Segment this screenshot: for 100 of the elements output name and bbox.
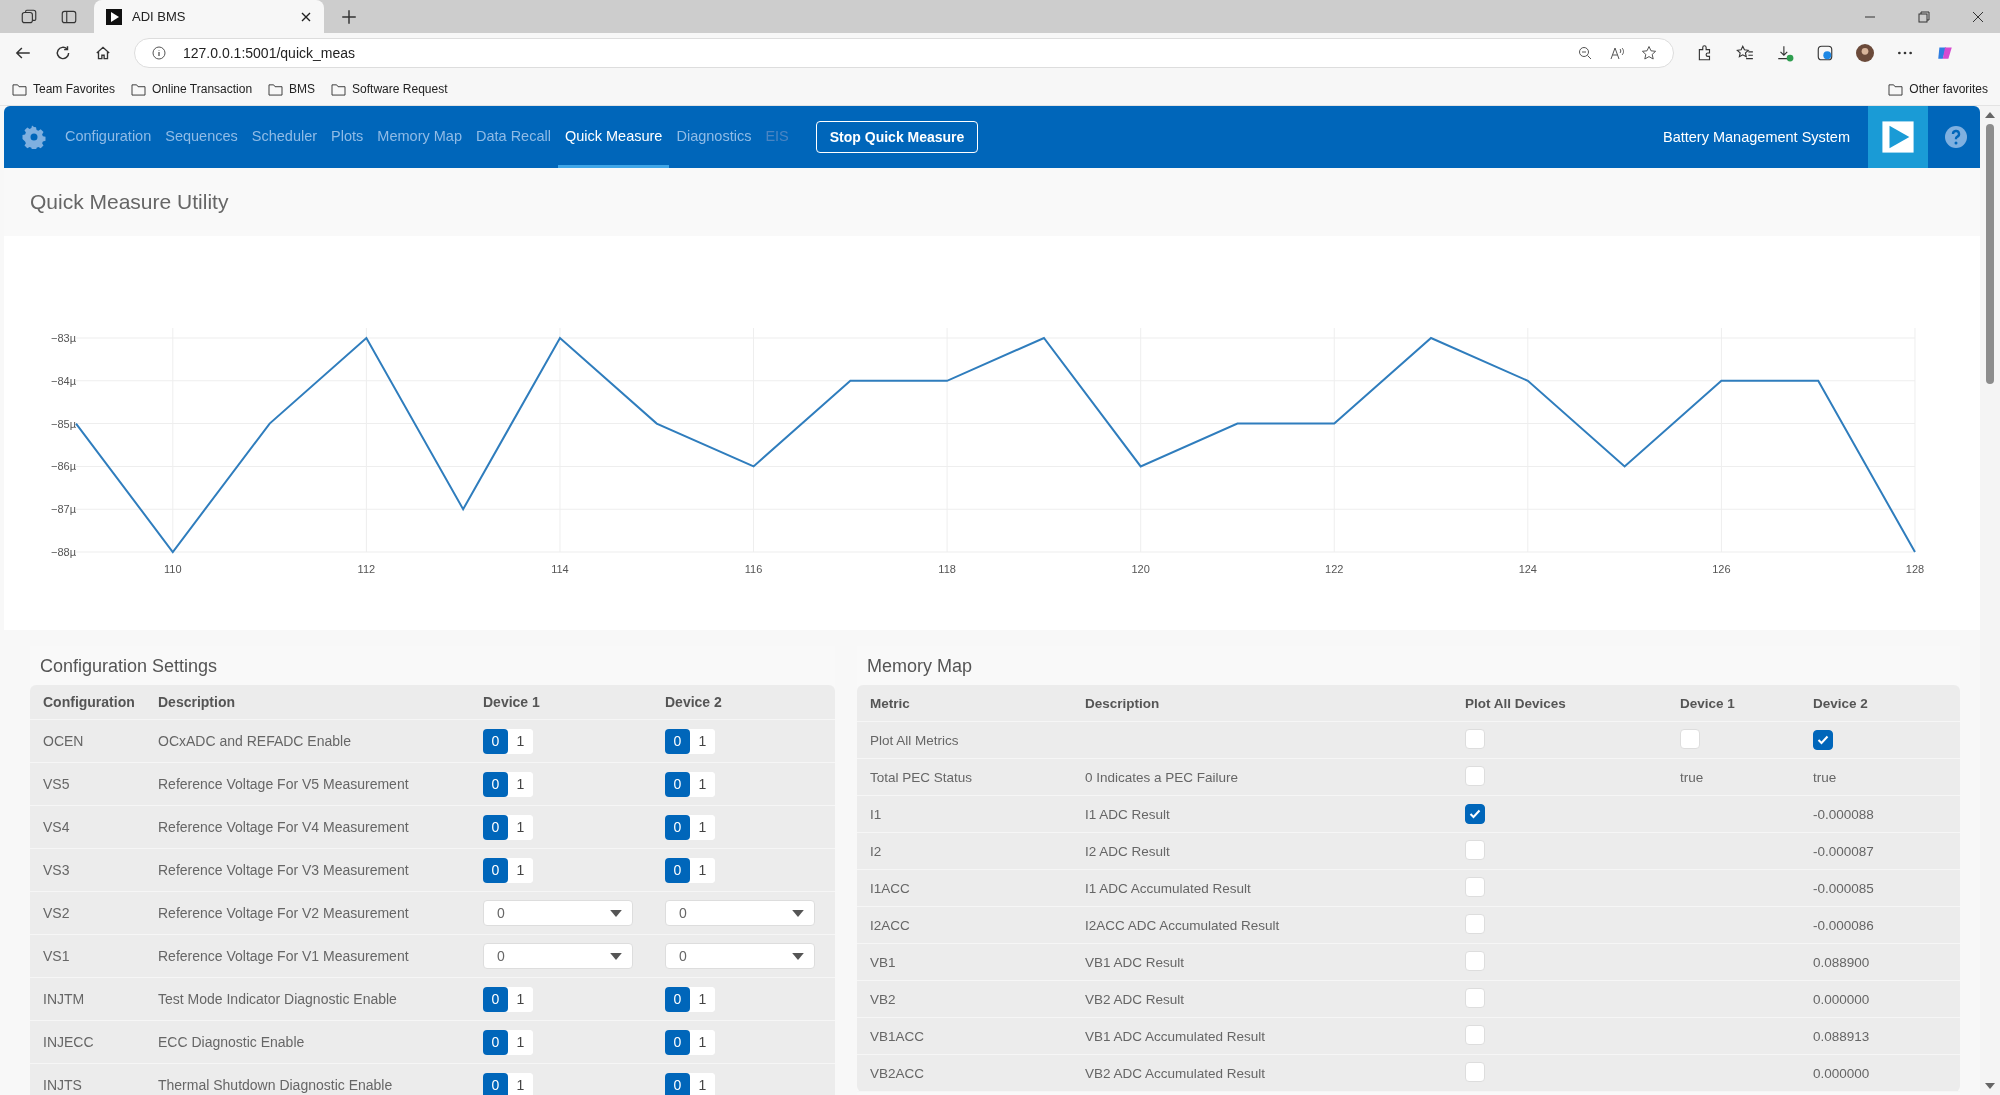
- table-cell-text: I1ACC: [870, 880, 911, 896]
- caret-icon: [792, 909, 804, 917]
- table-cell-text: VB1ACC: [870, 1028, 926, 1044]
- table-cell-text: I1 ADC Accumulated Result: [1085, 880, 1252, 896]
- home-icon[interactable]: [94, 44, 112, 62]
- x-tick-label: 126: [1712, 563, 1731, 575]
- dropdown[interactable]: 0: [665, 943, 815, 969]
- downloads-icon[interactable]: [1776, 44, 1794, 62]
- x-tick-label: 122: [1325, 563, 1344, 575]
- new-tab-icon[interactable]: [340, 7, 358, 26]
- copilot-icon[interactable]: [1936, 44, 1954, 62]
- toggle-option[interactable]: 0: [665, 1029, 690, 1055]
- stop-quick-measure-button[interactable]: Stop Quick Measure: [815, 121, 979, 153]
- star-icon[interactable]: [1641, 45, 1657, 61]
- x-tick-label: 116: [744, 563, 763, 575]
- table-cell-text: ECC Diagnostic Enable: [158, 1034, 306, 1050]
- toggle-option[interactable]: 0: [665, 728, 690, 754]
- column-header: Device 2: [665, 694, 723, 710]
- table-cell-text: VB2: [870, 991, 897, 1007]
- x-tick-label: 128: [1905, 563, 1925, 575]
- restore-icon[interactable]: [1916, 8, 1932, 25]
- table-cell: -0.000085: [1813, 880, 1874, 896]
- panel-title: Configuration Settings: [40, 656, 219, 677]
- bookmark[interactable]: Team Favorites: [12, 82, 116, 96]
- refresh-icon[interactable]: [54, 44, 72, 62]
- address-field[interactable]: 127.0.0.1:5001/quick_meas: [134, 38, 1674, 68]
- favorites-icon[interactable]: [1736, 44, 1754, 62]
- table-cell-text: VS5: [43, 776, 71, 792]
- column-header: Plot All Devices: [1465, 695, 1567, 711]
- dropdown[interactable]: 0: [665, 900, 815, 926]
- table-cell-text: INJTM: [43, 991, 86, 1007]
- table-cell: 0.088900: [1813, 954, 1870, 970]
- toggle-option[interactable]: 0: [483, 771, 508, 797]
- toggle-option[interactable]: 0: [483, 814, 508, 840]
- table-cell-text: Test Mode Indicator Diagnostic Enable: [158, 991, 398, 1007]
- column-header: Configuration: [43, 694, 136, 710]
- table-cell-text: Thermal Shutdown Diagnostic Enable: [158, 1077, 394, 1093]
- help-icon[interactable]: [1944, 125, 1968, 149]
- check-icon: [1817, 735, 1829, 745]
- scrollbar-thumb[interactable]: [1986, 124, 1994, 384]
- table-cell-text: I2 ADC Result: [1085, 843, 1171, 859]
- table-cell-text: VS1: [43, 948, 71, 964]
- table-cell-text: Reference Voltage For V1 Measurement: [158, 948, 410, 964]
- avatar-icon[interactable]: [1856, 44, 1874, 62]
- x-tick-label: 118: [938, 563, 956, 575]
- table-cell-text: VS3: [43, 862, 71, 878]
- zoom-out-icon[interactable]: [1577, 45, 1593, 61]
- toggle-option[interactable]: 0: [483, 1072, 508, 1095]
- close-icon[interactable]: [300, 10, 312, 23]
- caret-icon: [792, 952, 804, 960]
- toggle-option[interactable]: 0: [483, 728, 508, 754]
- scroll-up-icon[interactable]: [1985, 112, 1995, 118]
- folder-icon: [12, 82, 27, 96]
- browser-essentials-icon[interactable]: [1816, 44, 1834, 62]
- column-header: Device 2: [1813, 695, 1869, 711]
- info-icon[interactable]: [151, 45, 167, 61]
- y-tick-label: −84µ: [51, 374, 77, 387]
- toggle-option[interactable]: 0: [483, 857, 508, 883]
- checkbox[interactable]: [1465, 804, 1485, 824]
- play-logo[interactable]: [1868, 106, 1928, 168]
- table-cell-text: VS4: [43, 819, 71, 835]
- read-aloud-icon[interactable]: [1609, 45, 1625, 61]
- table-cell: 0.000000: [1813, 991, 1870, 1007]
- scroll-down-icon[interactable]: [1985, 1083, 1995, 1089]
- dropdown[interactable]: 0: [483, 900, 633, 926]
- workspaces-icon[interactable]: [20, 7, 38, 26]
- panel-title: Memory Map: [867, 656, 974, 677]
- column-header: Description: [158, 694, 236, 710]
- table-cell-text: VS2: [43, 905, 71, 921]
- settings-icon[interactable]: [22, 125, 46, 149]
- folder-icon: [1888, 82, 1904, 96]
- nav-link: EIS: [764, 126, 790, 146]
- table-cell-text: I1: [870, 806, 883, 822]
- toggle-option[interactable]: 0: [483, 1029, 508, 1055]
- toggle-option[interactable]: 0: [665, 857, 690, 883]
- table-cell-text: INJECC: [43, 1034, 95, 1050]
- toggle-option[interactable]: 0: [665, 1072, 690, 1095]
- toggle-option[interactable]: 0: [483, 986, 508, 1012]
- bookmark[interactable]: Other favorites: [1888, 82, 1988, 96]
- table-cell-text: I2ACC ADC Accumulated Result: [1085, 917, 1281, 933]
- browser-tab[interactable]: ADI BMS: [94, 0, 324, 33]
- table-cell-text: OCxADC and REFADC Enable: [158, 733, 352, 749]
- x-tick-label: 120: [1131, 563, 1150, 575]
- table-cell-text: VB2ACC: [870, 1065, 926, 1081]
- scrollbar[interactable]: [1980, 106, 2000, 1095]
- table-cell: -0.000086: [1813, 917, 1874, 933]
- bookmark[interactable]: Software Request: [331, 82, 448, 96]
- checkbox[interactable]: [1813, 730, 1833, 750]
- table-cell-text: VB2 ADC Accumulated Result: [1085, 1065, 1267, 1081]
- toggle-option[interactable]: 0: [665, 771, 690, 797]
- toggle-option[interactable]: 0: [665, 814, 690, 840]
- caret-icon: [610, 909, 622, 917]
- table-cell-text: I2: [870, 843, 883, 859]
- table-cell: 0.000000: [1813, 1065, 1870, 1081]
- toggle-option[interactable]: 0: [665, 986, 690, 1012]
- bookmark[interactable]: Online Transaction: [131, 82, 253, 96]
- column-header: Device 1: [1680, 695, 1736, 711]
- play-logo-icon: [106, 8, 122, 25]
- dropdown[interactable]: 0: [483, 943, 633, 969]
- bookmark[interactable]: BMS: [268, 82, 316, 96]
